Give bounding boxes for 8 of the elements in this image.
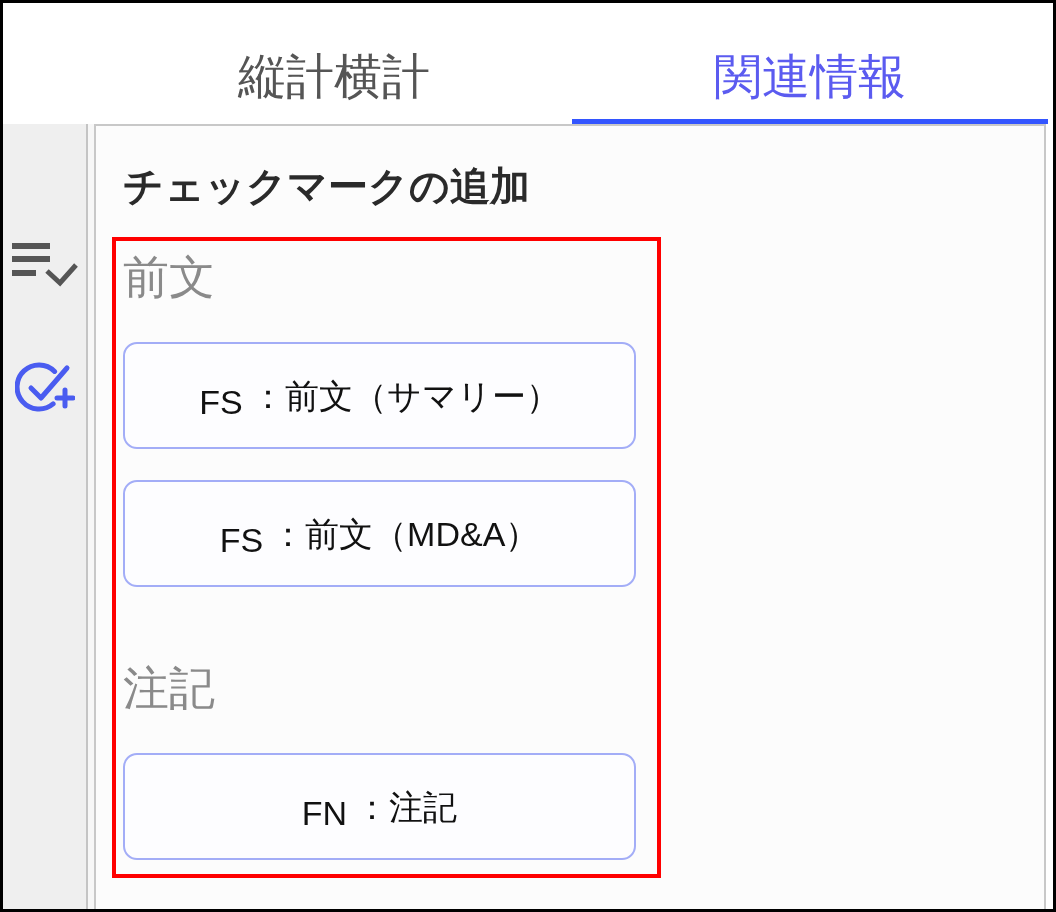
section-heading: 前文 bbox=[123, 252, 215, 302]
category-button[interactable]: FS ：前文（サマリー） bbox=[123, 342, 636, 449]
list-check-icon[interactable] bbox=[11, 242, 78, 288]
tab[interactable]: 縦計横計 bbox=[96, 3, 572, 124]
category-button[interactable]: FN ：注記 bbox=[123, 753, 636, 860]
panel-title: チェックマークの追加 bbox=[123, 164, 530, 208]
category-button[interactable]: FS ：前文（MD&A） bbox=[123, 480, 636, 587]
section-heading: 注記 bbox=[123, 663, 215, 713]
